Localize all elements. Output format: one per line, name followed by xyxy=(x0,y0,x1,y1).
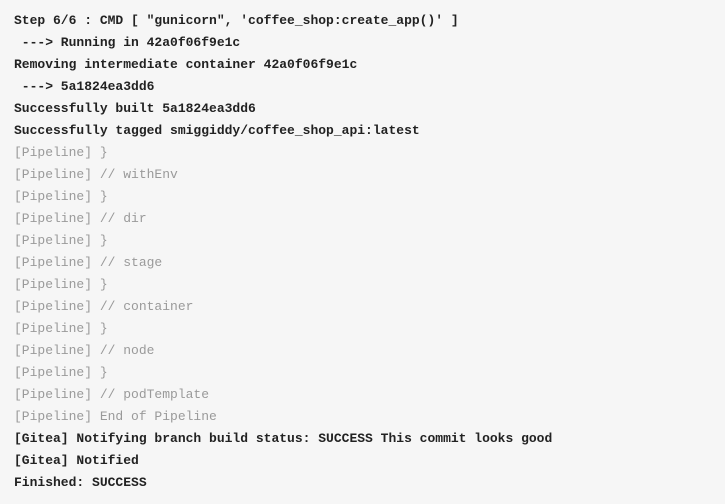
console-line: [Pipeline] // container xyxy=(14,296,711,318)
console-line: Finished: SUCCESS xyxy=(14,472,711,494)
console-line: [Pipeline] // dir xyxy=(14,208,711,230)
console-line: [Pipeline] } xyxy=(14,318,711,340)
console-line: ---> 5a1824ea3dd6 xyxy=(14,76,711,98)
console-line: [Pipeline] } xyxy=(14,142,711,164)
console-line: [Gitea] Notifying branch build status: S… xyxy=(14,428,711,450)
console-line: [Pipeline] // node xyxy=(14,340,711,362)
console-line: ---> Running in 42a0f06f9e1c xyxy=(14,32,711,54)
console-line: [Pipeline] } xyxy=(14,230,711,252)
console-line: Removing intermediate container 42a0f06f… xyxy=(14,54,711,76)
console-line: [Pipeline] // podTemplate xyxy=(14,384,711,406)
console-line: Successfully tagged smiggiddy/coffee_sho… xyxy=(14,120,711,142)
console-line: Successfully built 5a1824ea3dd6 xyxy=(14,98,711,120)
console-line: [Pipeline] } xyxy=(14,186,711,208)
console-line: [Pipeline] } xyxy=(14,362,711,384)
console-line: Step 6/6 : CMD [ "gunicorn", 'coffee_sho… xyxy=(14,10,711,32)
console-output: Step 6/6 : CMD [ "gunicorn", 'coffee_sho… xyxy=(14,10,711,494)
console-line: [Pipeline] // withEnv xyxy=(14,164,711,186)
console-line: [Pipeline] } xyxy=(14,274,711,296)
console-line: [Pipeline] End of Pipeline xyxy=(14,406,711,428)
console-line: [Gitea] Notified xyxy=(14,450,711,472)
console-line: [Pipeline] // stage xyxy=(14,252,711,274)
